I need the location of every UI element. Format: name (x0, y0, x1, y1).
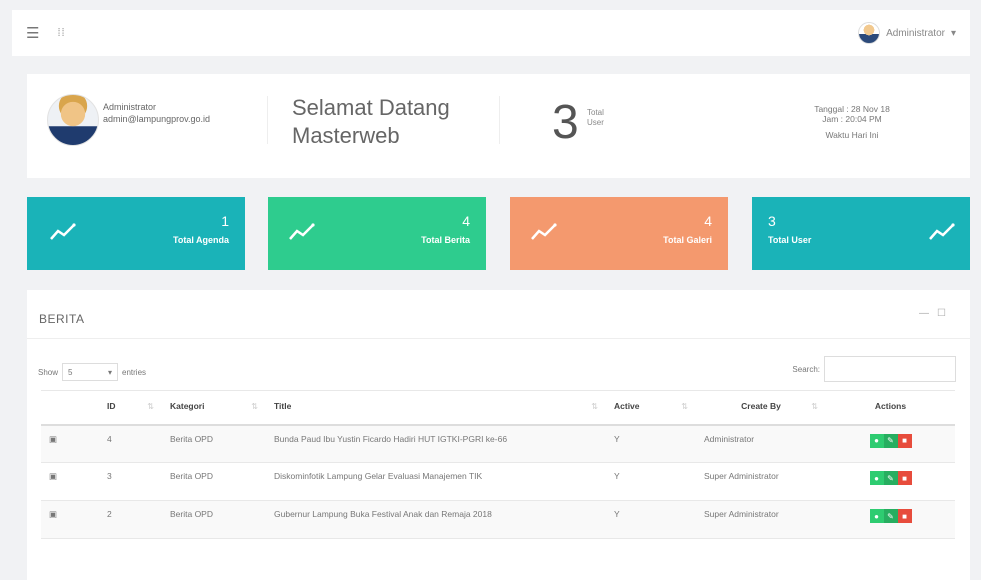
stat-value: 4 (462, 213, 470, 229)
edit-button[interactable]: ✎ (883, 509, 898, 523)
table-row: ▣ 3 Berita OPD Diskominfotik Lampung Gel… (41, 462, 955, 501)
maximize-icon[interactable]: ☐ (937, 308, 954, 319)
column-header-title[interactable]: Title ⇅ (266, 390, 606, 426)
avatar (858, 22, 881, 44)
chevron-down-icon: ▾ (108, 367, 113, 377)
total-user-count: 3 (552, 96, 579, 149)
row-checkbox[interactable]: ▣ (41, 462, 99, 501)
delete-button[interactable]: ■ (897, 509, 912, 523)
user-menu-label: Administrator (886, 27, 945, 39)
column-header-active[interactable]: Active ⇅ (606, 390, 696, 426)
welcome-card: Administrator admin@lampungprov.go.id Se… (27, 74, 970, 178)
view-button[interactable]: ● (869, 433, 884, 448)
time-caption: Waktu Hari Ini (825, 130, 879, 140)
stat-value: 1 (221, 213, 229, 229)
profile-name: Administrator (103, 102, 157, 112)
row-checkbox[interactable]: ▣ (41, 424, 99, 463)
berita-panel: BERITA —☐ Show 5 ▾ entries Search: ID ⇅ K… (27, 290, 970, 580)
stat-label: Total Galeri (663, 235, 712, 245)
column-header-actions: Actions (826, 390, 955, 426)
edit-button[interactable]: ✎ (883, 433, 898, 448)
table-search: Search: (792, 356, 956, 382)
stat-card-user[interactable]: 3 Total User (752, 197, 970, 270)
show-label: Show (38, 367, 59, 377)
table-header: ID ⇅ Kategori ⇅ Title ⇅ Active ⇅ Create By ⇅ … (41, 390, 955, 426)
view-button[interactable]: ● (869, 471, 884, 485)
delete-button[interactable]: ■ (897, 433, 912, 448)
grid-icon[interactable]: ⁞⁞ (57, 27, 65, 39)
hamburger-icon[interactable]: ☰ (26, 24, 39, 42)
minimize-icon[interactable]: — (919, 308, 937, 319)
trend-icon (929, 223, 955, 240)
stat-label: Total Agenda (173, 235, 229, 245)
search-input[interactable] (824, 356, 956, 382)
stat-card-berita[interactable]: 4 Total Berita (268, 197, 486, 270)
table-row: ▣ 2 Berita OPD Gubernur Lampung Buka Fes… (41, 500, 955, 539)
stat-label: Total Berita (421, 235, 470, 245)
stat-card-agenda[interactable]: 1 Total Agenda (27, 197, 245, 270)
column-header-create-by[interactable]: Create By ⇅ (696, 390, 826, 426)
chevron-down-icon: ▾ (950, 27, 956, 39)
row-checkbox[interactable]: ▣ (41, 500, 99, 539)
date-text: Tanggal : 28 Nov 18 (814, 104, 890, 114)
top-navbar: ☰ ⁞⁞ Administrator ▾ (12, 10, 970, 56)
trend-icon (531, 223, 557, 240)
user-menu[interactable]: Administrator ▾ (858, 22, 956, 44)
profile-email: admin@lampungprov.go.id (103, 114, 211, 124)
search-label: Search: (792, 364, 820, 374)
divider (267, 96, 268, 144)
view-button[interactable]: ● (869, 509, 884, 523)
column-header[interactable] (41, 390, 99, 426)
edit-button[interactable]: ✎ (883, 471, 898, 485)
panel-title: BERITA (39, 312, 85, 326)
divider (499, 96, 500, 144)
entries-length: Show 5 ▾ entries (38, 363, 146, 381)
delete-button[interactable]: ■ (897, 471, 912, 485)
stat-value: 4 (704, 213, 712, 229)
greeting: Selamat Datang Masterweb (292, 95, 450, 148)
column-header-kategori[interactable]: Kategori ⇅ (162, 390, 266, 426)
total-user-label: Total User (587, 108, 604, 127)
table-row: ▣ 4 Berita OPD Bunda Paud Ibu Yustin Fic… (41, 424, 955, 463)
avatar (47, 94, 99, 146)
stat-card-galeri[interactable]: 4 Total Galeri (510, 197, 728, 270)
column-header-id[interactable]: ID ⇅ (99, 390, 162, 426)
berita-table: ID ⇅ Kategori ⇅ Title ⇅ Active ⇅ Create By ⇅ … (41, 390, 955, 577)
trend-icon (289, 223, 315, 240)
stat-label: Total User (768, 235, 812, 245)
divider (27, 338, 970, 339)
date-time: Tanggal : 28 Nov 18 Jam : 20:04 PM Waktu… (787, 104, 917, 140)
stat-value: 3 (768, 213, 776, 229)
table-row (41, 538, 955, 577)
time-text: Jam : 20:04 PM (822, 114, 882, 124)
entries-label: entries (122, 367, 147, 377)
entries-select[interactable]: 5 ▾ (62, 363, 119, 381)
trend-icon (50, 223, 76, 240)
